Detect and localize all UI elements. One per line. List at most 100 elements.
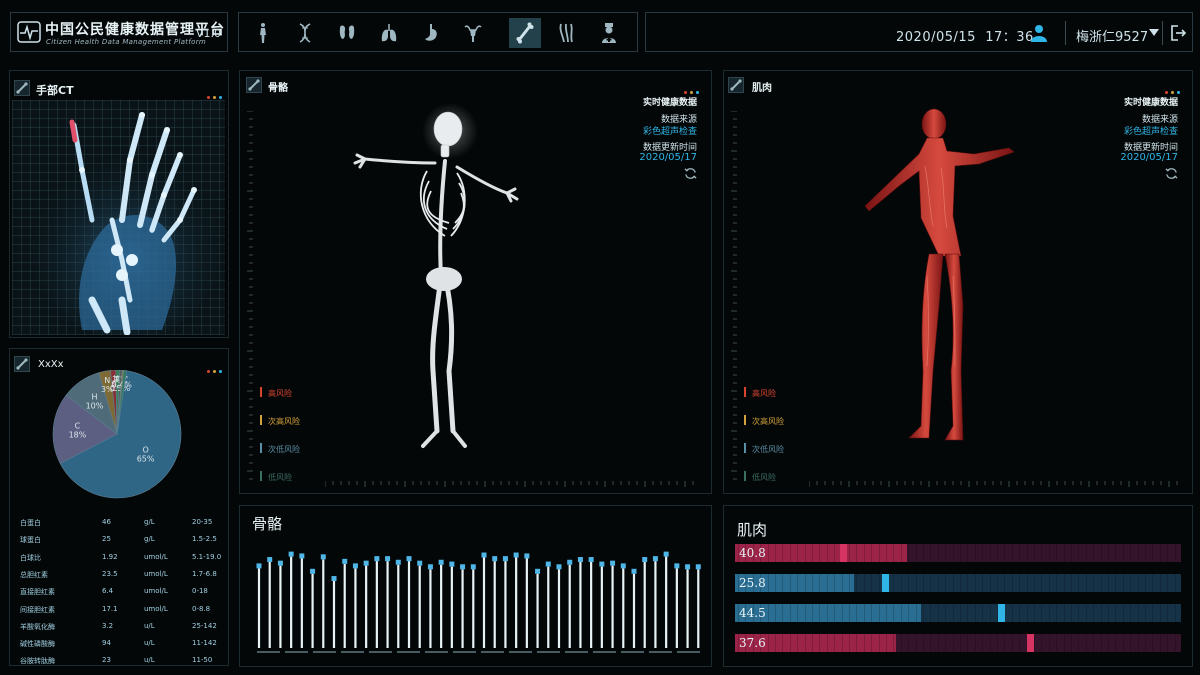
lab-item-range: 11-50	[192, 656, 213, 665]
bar-stripe	[1004, 544, 1006, 562]
bar-stripe	[1167, 544, 1169, 562]
bar-stripe	[960, 634, 961, 652]
logo: 中国公民健康数据管理平台 Citizen Health Data Managem…	[10, 12, 228, 52]
stomach-icon[interactable]	[415, 18, 447, 48]
legend-second-high: 次高风险	[752, 417, 784, 426]
bar-stripe	[1152, 604, 1154, 622]
body-icon[interactable]	[247, 18, 279, 48]
bar-stripe	[775, 634, 776, 652]
lab-item-value: 17.1	[102, 604, 118, 613]
bar-stripe	[1145, 544, 1146, 562]
bar-cap	[417, 560, 423, 566]
bar-stripe	[1115, 604, 1117, 622]
bar-stripe	[1108, 574, 1109, 592]
bar-stripe	[819, 604, 821, 622]
logout-icon[interactable]	[1169, 24, 1187, 42]
bar-stripe	[1100, 544, 1102, 562]
lab-item-name: 间接胆红素	[20, 605, 55, 614]
uterus-icon[interactable]	[457, 18, 489, 48]
bar-stripe	[775, 544, 776, 562]
bar-stripe	[1145, 634, 1146, 652]
bar-stripe	[1041, 604, 1043, 622]
bar-stripe	[1048, 604, 1050, 622]
bar-cap	[524, 553, 530, 559]
bar-stripe	[945, 574, 947, 592]
bar-stripe	[1137, 544, 1139, 562]
muscle-icon[interactable]	[551, 18, 583, 48]
user-icon[interactable]	[1031, 24, 1047, 42]
bar-stripe	[782, 544, 784, 562]
bar-stripe	[1056, 604, 1058, 622]
bar-stripe	[908, 544, 910, 562]
bar-stripe	[871, 544, 873, 562]
doctor-icon[interactable]	[593, 18, 625, 48]
bar-cap	[631, 568, 637, 574]
health-info: 实时健康数据 数据来源 彩色超声检查 数据更新时间 2020/05/17	[567, 95, 697, 185]
pie-percent: 18%	[69, 431, 87, 440]
bar-stripe	[789, 634, 791, 652]
lab-item-value: 25	[102, 535, 111, 544]
top-status-bar: 2020/05/15 17：36 梅浙仁9527	[645, 12, 1193, 52]
bar-cap	[620, 563, 626, 569]
legend-high-risk: 高风险	[752, 389, 776, 398]
bar-stripe	[1130, 604, 1132, 622]
bar-cap	[438, 559, 444, 565]
bar-stripe	[960, 544, 961, 562]
bar-stripe	[841, 604, 843, 622]
table-row: 球蛋白 25 g/L 1.5-2.5	[20, 535, 220, 552]
horizontal-ruler	[325, 481, 694, 487]
refresh-icon[interactable]	[1165, 167, 1178, 180]
refresh-icon[interactable]	[684, 167, 697, 180]
bar-stripe	[982, 634, 984, 652]
bar-stripe	[812, 574, 813, 592]
chart-title: 肌肉	[737, 521, 768, 539]
bar-stripe	[952, 574, 954, 592]
username[interactable]: 梅浙仁9527	[1076, 26, 1148, 45]
muscle-model[interactable]	[859, 106, 1029, 466]
bar-stripe	[937, 634, 939, 652]
bar-stripe	[923, 574, 924, 592]
bar-stripe	[989, 574, 991, 592]
skeleton-model[interactable]	[345, 101, 545, 471]
current-time: 17：36	[985, 30, 1034, 45]
legend-high-risk: 高风险	[268, 389, 292, 398]
lab-item-name: 谷胺转肽酶	[20, 657, 55, 666]
bar-stripe	[1063, 604, 1065, 622]
bar-stripe	[767, 604, 769, 622]
hand-ct-image[interactable]	[12, 100, 225, 335]
bar-stripe	[900, 574, 902, 592]
legend-swatch	[260, 415, 262, 425]
health-info: 实时健康数据 数据来源 彩色超声检查 数据更新时间 2020/05/17	[1048, 95, 1178, 185]
lab-item-range: 1.7-6.8	[192, 569, 217, 578]
bar-stripe	[856, 604, 858, 622]
current-date: 2020/05/15	[896, 30, 976, 45]
bar-cap	[642, 557, 648, 563]
bar-cap	[256, 563, 262, 569]
legend-second-low: 次低风险	[268, 445, 300, 454]
legend-swatch	[744, 471, 746, 481]
bar-stripe	[923, 634, 924, 652]
bar-stripe	[1019, 544, 1021, 562]
bar-stripe	[1078, 604, 1080, 622]
lungs-icon[interactable]	[373, 18, 405, 48]
bar-stripe	[826, 634, 828, 652]
pie-chart: O65%C18%H10%N3%SP1%其它0.3%0.4%	[52, 370, 182, 499]
bone-icon[interactable]	[509, 18, 541, 48]
bar-stripe	[1093, 574, 1095, 592]
bar-cap	[674, 563, 680, 569]
bar-stripe	[812, 604, 813, 622]
lab-item-value: 23.5	[102, 569, 118, 578]
bar-stripe	[834, 604, 836, 622]
bar-stripe	[856, 574, 858, 592]
kidney-icon[interactable]	[331, 18, 363, 48]
chevron-down-icon[interactable]	[1149, 29, 1159, 36]
bar-stripe	[1041, 544, 1043, 562]
bar-stripe	[1085, 604, 1087, 622]
muscle-bar-marker	[998, 604, 1006, 622]
bar-stripe	[878, 544, 880, 562]
bar-stripe	[804, 634, 806, 652]
lab-item-name: 白球比	[20, 553, 41, 562]
bar-stripe	[871, 604, 873, 622]
lab-item-value: 3.2	[102, 621, 114, 630]
dna-icon[interactable]	[289, 18, 321, 48]
